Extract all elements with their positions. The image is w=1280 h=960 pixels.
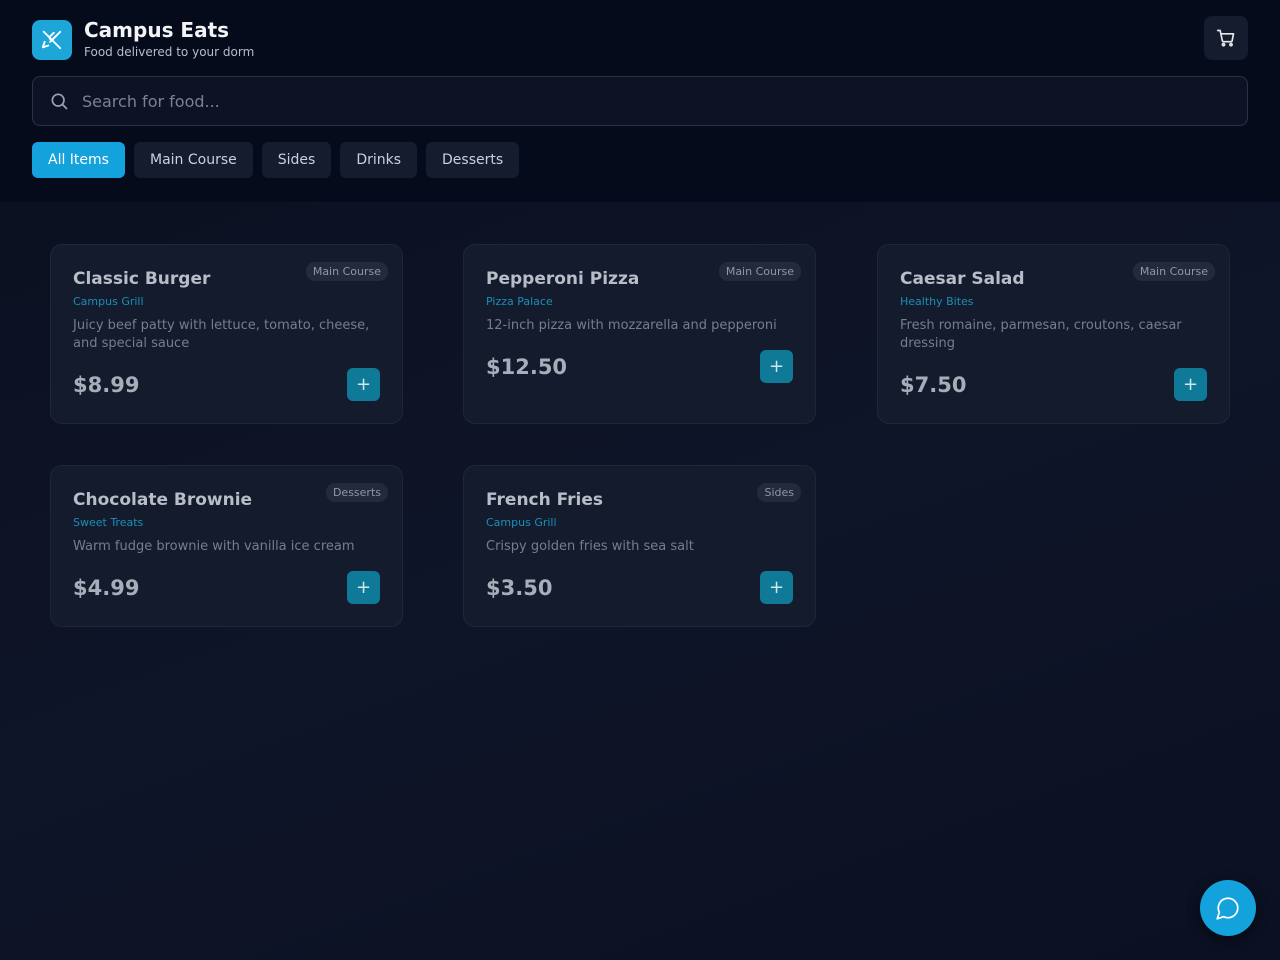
- add-to-cart-button[interactable]: +: [760, 350, 793, 383]
- search-bar[interactable]: [32, 76, 1248, 126]
- card-footer: $3.50 +: [486, 571, 793, 604]
- menu-item-card: Main Course Pepperoni Pizza Pizza Palace…: [463, 244, 816, 424]
- item-price: $12.50: [486, 354, 568, 379]
- item-description: Crispy golden fries with sea salt: [486, 539, 694, 554]
- chat-bubble-icon: [1215, 895, 1241, 921]
- vendor-name: Pizza Palace: [486, 295, 553, 308]
- tab-all-items[interactable]: All Items: [32, 142, 125, 178]
- card-footer: $12.50 +: [486, 350, 793, 383]
- menu-item-card: Sides French Fries Campus Grill Crispy g…: [463, 465, 816, 627]
- search-icon: [49, 91, 69, 111]
- add-to-cart-button[interactable]: +: [760, 571, 793, 604]
- vendor-name: Healthy Bites: [900, 295, 974, 308]
- item-name: French Fries: [486, 490, 604, 510]
- tab-main-course[interactable]: Main Course: [133, 142, 253, 178]
- category-badge: Main Course: [305, 262, 388, 281]
- brand: Campus Eats Food delivered to your dorm: [32, 18, 254, 61]
- card-footer: $4.99 +: [73, 571, 380, 604]
- add-to-cart-button[interactable]: +: [347, 368, 380, 401]
- card-footer: $7.50 +: [900, 368, 1207, 401]
- add-to-cart-button[interactable]: +: [347, 571, 380, 604]
- category-tabs: All Items Main Course Sides Drinks Desse…: [32, 142, 528, 178]
- item-description: Fresh romaine, parmesan, croutons, caesa…: [900, 318, 1182, 351]
- menu-item-card: Main Course Classic Burger Campus Grill …: [50, 244, 403, 424]
- menu-item-card: Desserts Chocolate Brownie Sweet Treats …: [50, 465, 403, 627]
- shopping-cart-icon: [1216, 28, 1236, 48]
- category-badge: Sides: [757, 483, 801, 502]
- card-footer: $8.99 +: [73, 368, 380, 401]
- item-price: $7.50: [900, 372, 967, 397]
- category-badge: Main Course: [1132, 262, 1215, 281]
- category-badge: Desserts: [325, 483, 388, 502]
- menu-item-card: Main Course Caesar Salad Healthy Bites F…: [877, 244, 1230, 424]
- item-description: 12-inch pizza with mozzarella and pepper…: [486, 318, 777, 333]
- utensils-icon: [32, 19, 72, 60]
- tab-desserts[interactable]: Desserts: [426, 142, 520, 178]
- tab-drinks[interactable]: Drinks: [340, 142, 418, 178]
- app-header: Campus Eats Food delivered to your dorm …: [0, 0, 1280, 202]
- vendor-name: Campus Grill: [73, 295, 144, 308]
- item-description: Juicy beef patty with lettuce, tomato, c…: [73, 318, 370, 351]
- chat-button[interactable]: [1200, 880, 1256, 936]
- item-price: $3.50: [486, 575, 553, 600]
- vendor-name: Campus Grill: [486, 516, 557, 529]
- category-badge: Main Course: [718, 262, 801, 281]
- item-price: $8.99: [73, 372, 140, 397]
- item-description: Warm fudge brownie with vanilla ice crea…: [73, 539, 355, 554]
- app-subtitle: Food delivered to your dorm: [84, 45, 255, 59]
- tab-sides[interactable]: Sides: [261, 142, 332, 178]
- brand-text: Campus Eats Food delivered to your dorm: [84, 18, 254, 61]
- vendor-name: Sweet Treats: [73, 516, 144, 529]
- app-title: Campus Eats: [84, 18, 230, 42]
- search-input[interactable]: [82, 91, 1182, 111]
- item-price: $4.99: [73, 575, 140, 600]
- add-to-cart-button[interactable]: +: [1174, 368, 1207, 401]
- cart-button[interactable]: [1204, 16, 1248, 60]
